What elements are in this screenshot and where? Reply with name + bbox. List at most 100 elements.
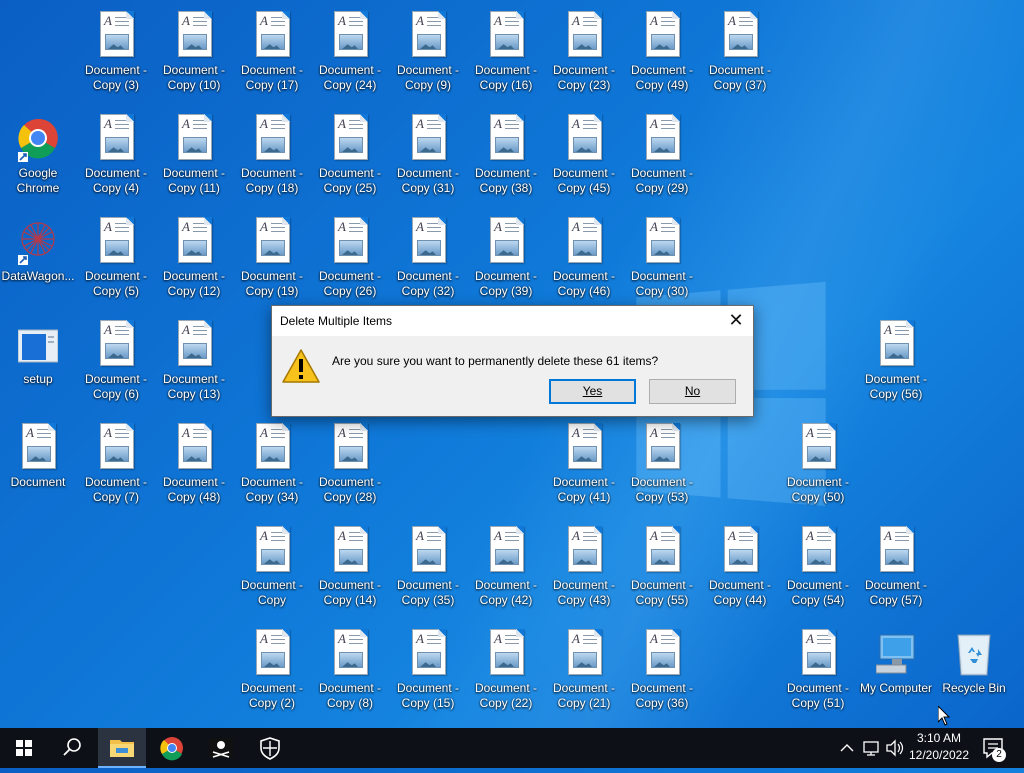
desktop-icon-document-copy[interactable]: A Document - Copy (56) (858, 312, 934, 408)
desktop-icon-document-copy[interactable]: A Document - Copy (25) (312, 106, 388, 202)
taskbar-file-explorer[interactable] (98, 728, 146, 768)
desktop-icon-document-copy[interactable]: A Document - Copy (32) (390, 209, 466, 305)
desktop-icon-document-copy[interactable]: A Document - Copy (12) (156, 209, 232, 305)
desktop-icon-document-copy[interactable]: A Document - Copy (16) (468, 3, 544, 99)
icon-label: Document - Copy (44) (708, 578, 772, 607)
desktop-icon-document-copy[interactable]: A Document - Copy (45) (546, 106, 622, 202)
desktop-icon-document-copy[interactable]: A Document - Copy (19) (234, 209, 310, 305)
desktop-icon-document-copy[interactable]: A Document - Copy (3) (78, 3, 154, 99)
network-icon[interactable] (860, 728, 882, 768)
start-button[interactable] (0, 728, 48, 768)
document-icon: A (174, 114, 214, 162)
desktop-icon-document-copy[interactable]: A Document - Copy (234, 518, 310, 614)
desktop-icon-document-copy[interactable]: A Document - Copy (34) (234, 415, 310, 511)
close-button[interactable]: ✕ (719, 306, 753, 336)
icon-label: Document - Copy (50) (786, 475, 850, 504)
desktop-icon-document-copy[interactable]: A Document - Copy (51) (780, 621, 856, 717)
icon-label: Document - Copy (28) (318, 475, 382, 504)
no-button[interactable]: No (649, 379, 736, 404)
taskbar-security[interactable] (246, 728, 294, 768)
desktop-icon-document-copy[interactable]: A Document - Copy (4) (78, 106, 154, 202)
document-icon: A (798, 526, 838, 574)
document-icon: A (252, 423, 292, 471)
desktop-icon-document-copy[interactable]: A Document - Copy (49) (624, 3, 700, 99)
document-icon: A (798, 423, 838, 471)
desktop-icon-my-computer[interactable]: My Computer (858, 621, 934, 717)
desktop-icon-document-copy[interactable]: A Document - Copy (44) (702, 518, 778, 614)
desktop-icon-document-copy[interactable]: A Document - Copy (29) (624, 106, 700, 202)
desktop-icon-recycle-bin[interactable]: Recycle Bin (936, 621, 1012, 717)
desktop-icon-document-copy[interactable]: A Document - Copy (6) (78, 312, 154, 408)
desktop-icon-document-copy[interactable]: A Document - Copy (5) (78, 209, 154, 305)
taskbar-pirate-app[interactable] (197, 728, 245, 768)
dialog-titlebar[interactable]: Delete Multiple Items ✕ (272, 306, 753, 336)
desktop-icon-document-copy[interactable]: A Document - Copy (43) (546, 518, 622, 614)
desktop-icon-document-copy[interactable]: A Document - Copy (11) (156, 106, 232, 202)
desktop-icon-document-copy[interactable]: A Document - Copy (24) (312, 3, 388, 99)
desktop-icon-document-copy[interactable]: A Document - Copy (38) (468, 106, 544, 202)
desktop-icon-google-chrome[interactable]: Google Chrome (0, 106, 76, 202)
desktop-icon-document-copy[interactable]: A Document - Copy (41) (546, 415, 622, 511)
icon-label: Recycle Bin (942, 681, 1006, 695)
file-explorer-icon (110, 740, 134, 757)
desktop-icon-document-copy[interactable]: A Document - Copy (50) (780, 415, 856, 511)
icon-label: Document - Copy (18) (240, 166, 304, 195)
document-icon: A (252, 114, 292, 162)
desktop-icon-document-copy[interactable]: A Document - Copy (54) (780, 518, 856, 614)
setup-icon (18, 329, 58, 363)
desktop-icon-document-copy[interactable]: A Document - Copy (55) (624, 518, 700, 614)
desktop-icon-document-copy[interactable]: A Document - Copy (17) (234, 3, 310, 99)
icon-label: Document - Copy (37) (708, 63, 772, 92)
search-button[interactable] (48, 728, 96, 768)
desktop-icon-document-copy[interactable]: A Document - Copy (13) (156, 312, 232, 408)
desktop-icon-document-copy[interactable]: A Document - Copy (22) (468, 621, 544, 717)
desktop-icon-document-copy[interactable]: A Document - Copy (57) (858, 518, 934, 614)
desktop-icon-document-copy[interactable]: A Document - Copy (21) (546, 621, 622, 717)
desktop-icon-document-copy[interactable]: A Document - Copy (31) (390, 106, 466, 202)
desktop-icon-document-copy[interactable]: A Document - Copy (48) (156, 415, 232, 511)
document-icon: A (96, 320, 136, 368)
document-icon: A (564, 526, 604, 574)
chevron-up-icon[interactable] (838, 728, 856, 768)
taskbar-clock[interactable]: 3:10 AM 12/20/2022 (900, 730, 978, 764)
icon-label: Document - Copy (5) (84, 269, 148, 298)
document-icon: A (642, 217, 682, 265)
desktop-icon-document-copy[interactable]: A Document - Copy (7) (78, 415, 154, 511)
document-icon: A (408, 114, 448, 162)
desktop-icon-document-copy[interactable]: A Document - Copy (46) (546, 209, 622, 305)
desktop-icon-document-copy[interactable]: A Document - Copy (26) (312, 209, 388, 305)
document-icon: A (486, 526, 526, 574)
desktop-icon-document-copy[interactable]: A Document - Copy (23) (546, 3, 622, 99)
desktop-icon-document-copy[interactable]: A Document - Copy (39) (468, 209, 544, 305)
icon-label: Document - Copy (9) (396, 63, 460, 92)
desktop-icon-document-copy[interactable]: A Document - Copy (10) (156, 3, 232, 99)
desktop-icon-document-copy[interactable]: A Document - Copy (9) (390, 3, 466, 99)
desktop-icon-setup[interactable]: setup (0, 312, 76, 408)
desktop-icon-document-copy[interactable]: A Document - Copy (15) (390, 621, 466, 717)
desktop-icon-document[interactable]: A Document (0, 415, 76, 511)
desktop-icon-document-copy[interactable]: A Document - Copy (35) (390, 518, 466, 614)
desktop-icon-document-copy[interactable]: A Document - Copy (37) (702, 3, 778, 99)
document-icon: A (720, 526, 760, 574)
icon-label: Document - Copy (43) (552, 578, 616, 607)
icon-label: Document - Copy (30) (630, 269, 694, 298)
yes-button[interactable]: Yes (549, 379, 636, 404)
desktop-icon-document-copy[interactable]: A Document - Copy (18) (234, 106, 310, 202)
desktop-icon-document-copy[interactable]: A Document - Copy (36) (624, 621, 700, 717)
document-icon: A (408, 629, 448, 677)
taskbar: 3:10 AM 12/20/2022 (0, 728, 1024, 768)
desktop-icon-document-copy[interactable]: A Document - Copy (8) (312, 621, 388, 717)
desktop-icon-document-copy[interactable]: A Document - Copy (28) (312, 415, 388, 511)
icon-label: Document - Copy (4) (84, 166, 148, 195)
icon-label: Document - Copy (51) (786, 681, 850, 710)
no-button-label: No (684, 384, 701, 398)
desktop-icon-document-copy[interactable]: A Document - Copy (30) (624, 209, 700, 305)
document-icon: A (174, 423, 214, 471)
desktop-icon-document-copy[interactable]: A Document - Copy (42) (468, 518, 544, 614)
desktop-icon-datawagon[interactable]: DataWagon... (0, 209, 76, 305)
document-icon: A (642, 526, 682, 574)
desktop-icon-document-copy[interactable]: A Document - Copy (2) (234, 621, 310, 717)
taskbar-chrome[interactable] (148, 728, 196, 768)
desktop-icon-document-copy[interactable]: A Document - Copy (14) (312, 518, 388, 614)
desktop-icon-document-copy[interactable]: A Document - Copy (53) (624, 415, 700, 511)
